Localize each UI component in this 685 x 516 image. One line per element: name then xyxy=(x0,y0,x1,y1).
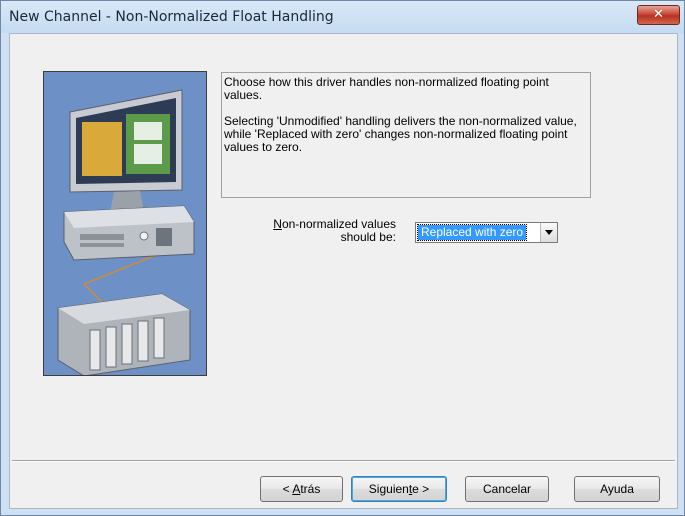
illustration-art xyxy=(44,72,206,375)
next-button[interactable]: Siguiente > xyxy=(351,476,447,502)
next-rest: e > xyxy=(412,482,430,496)
label-line-1-rest: on-normalized values xyxy=(281,217,396,231)
window-title: New Channel - Non-Normalized Float Handl… xyxy=(9,9,334,25)
selected-value: Replaced with zero xyxy=(416,224,528,241)
chevron-down-icon xyxy=(545,230,553,235)
back-button[interactable]: < Atrás xyxy=(260,476,343,502)
label-line-2: should be: xyxy=(340,230,396,244)
non-normalized-label: Non-normalized values should be: xyxy=(250,218,396,244)
label-mnemonic: N xyxy=(273,217,282,231)
cancel-button[interactable]: Cancelar xyxy=(465,476,549,502)
non-normalized-select[interactable]: Replaced with zero xyxy=(415,222,558,243)
close-icon: ✕ xyxy=(653,7,664,22)
help-button[interactable]: Ayuda xyxy=(574,476,660,502)
computer-plc-illustration xyxy=(43,71,207,376)
description-detail: Selecting 'Unmodified' handling delivers… xyxy=(224,114,577,154)
dialog-body: Choose how this driver handles non-norma… xyxy=(9,33,678,509)
dialog-window: New Channel - Non-Normalized Float Handl… xyxy=(0,0,685,516)
description-box: Choose how this driver handles non-norma… xyxy=(221,72,591,198)
description-intro: Choose how this driver handles non-norma… xyxy=(224,75,549,102)
back-rest: trás xyxy=(300,482,321,496)
title-bar[interactable]: New Channel - Non-Normalized Float Handl… xyxy=(1,1,684,33)
close-button[interactable]: ✕ xyxy=(637,5,680,25)
footer-separator xyxy=(12,460,675,462)
back-prefix: < xyxy=(282,482,293,496)
next-prefix: Siguien xyxy=(368,482,409,496)
dropdown-button[interactable] xyxy=(540,223,557,242)
